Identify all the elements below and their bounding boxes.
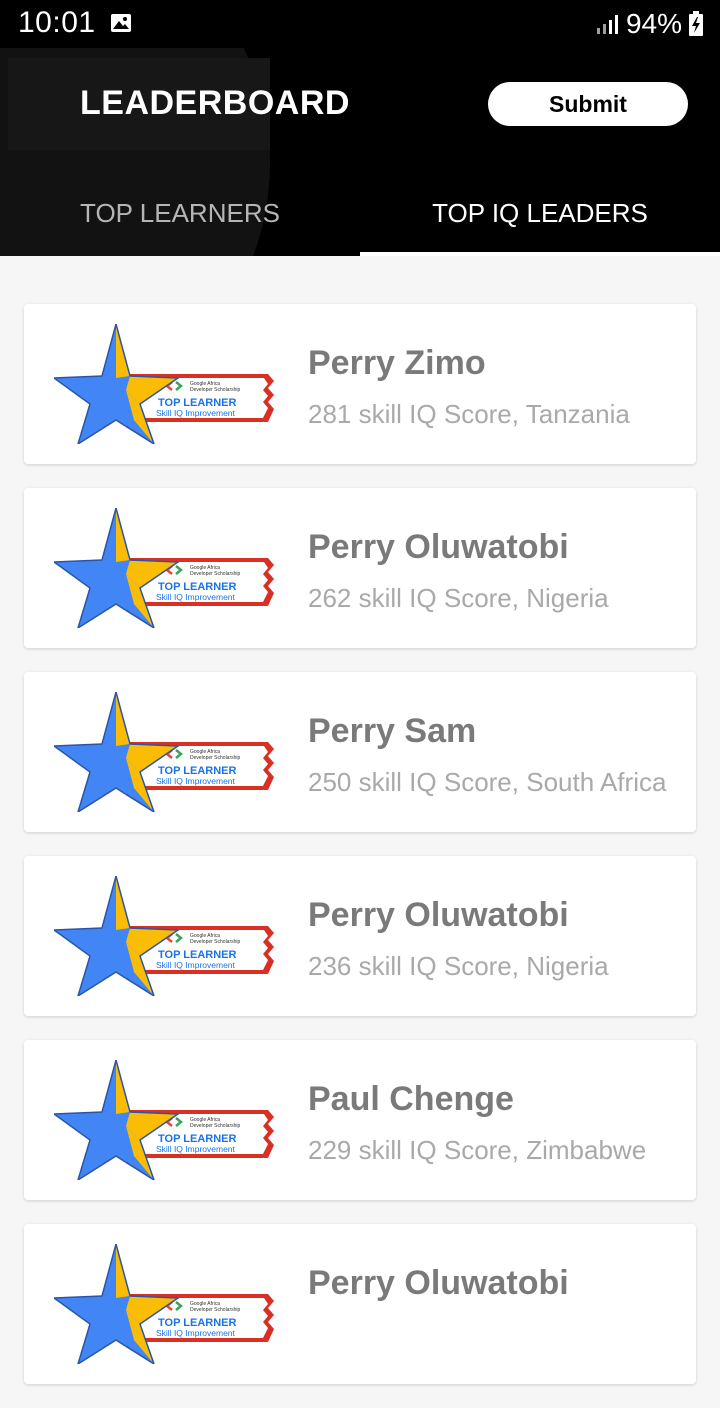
svg-text:Skill IQ Improvement: Skill IQ Improvement — [156, 960, 236, 970]
tab-top-learners[interactable]: TOP LEARNERS — [0, 170, 360, 256]
app-bar: LEADERBOARD Submit TOP LEARNERS TOP IQ L… — [0, 48, 720, 256]
svg-text:Skill IQ Improvement: Skill IQ Improvement — [156, 1144, 236, 1154]
leader-card[interactable]: Google Africa Developer Scholarship TOP … — [24, 856, 696, 1016]
leaders-list[interactable]: Google Africa Developer Scholarship TOP … — [24, 304, 696, 1408]
top-learner-badge-icon: Google Africa Developer Scholarship TOP … — [54, 876, 274, 996]
learner-name: Perry Zimo — [308, 344, 486, 382]
gallery-notification-icon — [111, 14, 131, 32]
top-learner-badge-icon: Google Africa Developer Scholarship TOP … — [54, 1244, 274, 1364]
top-learner-badge-icon: Google Africa Developer Scholarship TOP … — [54, 1060, 274, 1180]
learner-name: Paul Chenge — [308, 1080, 514, 1118]
leader-card[interactable]: Google Africa Developer Scholarship TOP … — [24, 1224, 696, 1384]
learner-score-label: skill IQ Score, — [358, 767, 519, 797]
status-right: 94% — [596, 6, 704, 42]
learner-score: 262 — [308, 583, 352, 613]
svg-text:Developer Scholarship: Developer Scholarship — [190, 755, 241, 761]
learner-detail: 229 skill IQ Score, Zimbabwe — [308, 1135, 646, 1166]
leader-card[interactable]: Google Africa Developer Scholarship TOP … — [24, 304, 696, 464]
svg-text:Developer Scholarship: Developer Scholarship — [190, 1123, 241, 1129]
learner-country: South Africa — [526, 767, 667, 797]
battery-percentage: 94% — [625, 8, 682, 39]
learner-name: Perry Oluwatobi — [308, 896, 569, 934]
status-bar: 10:01 94% — [0, 0, 720, 48]
learner-country: Tanzania — [525, 399, 630, 429]
learner-score: 236 — [308, 951, 352, 981]
svg-text:Skill IQ Improvement: Skill IQ Improvement — [156, 408, 236, 418]
learner-country: Zimbabwe — [526, 1135, 647, 1165]
learner-country: Nigeria — [526, 583, 609, 613]
submit-button[interactable]: Submit — [488, 82, 688, 126]
leader-card[interactable]: Google Africa Developer Scholarship TOP … — [24, 488, 696, 648]
learner-detail: 281 skill IQ Score, Tanzania — [308, 399, 630, 430]
svg-text:Developer Scholarship: Developer Scholarship — [190, 387, 241, 393]
svg-text:Skill IQ Improvement: Skill IQ Improvement — [156, 592, 236, 602]
status-time: 10:01 — [18, 6, 96, 39]
svg-text:Developer Scholarship: Developer Scholarship — [190, 1307, 241, 1313]
learner-country: Nigeria — [526, 951, 609, 981]
battery-charging-icon — [689, 11, 703, 36]
svg-text:Developer Scholarship: Developer Scholarship — [190, 939, 241, 945]
tab-top-iq-leaders-label: TOP IQ LEADERS — [432, 197, 648, 228]
leader-card[interactable]: Google Africa Developer Scholarship TOP … — [24, 672, 696, 832]
tab-top-iq-leaders[interactable]: TOP IQ LEADERS — [360, 170, 720, 256]
learner-score: 281 — [308, 399, 352, 429]
learner-name: Perry Sam — [308, 712, 477, 750]
tab-bar: TOP LEARNERS TOP IQ LEADERS — [0, 170, 720, 256]
learner-score-label: skill IQ Score, — [358, 399, 519, 429]
app-title: LEADERBOARD — [80, 84, 350, 122]
learner-score-label: skill IQ Score, — [358, 951, 519, 981]
learner-name: Perry Oluwatobi — [308, 528, 569, 566]
top-learner-badge-icon: Google Africa Developer Scholarship TOP … — [54, 692, 274, 812]
learner-detail: 262 skill IQ Score, Nigeria — [308, 583, 609, 614]
top-learner-badge-icon: Google Africa Developer Scholarship TOP … — [54, 508, 274, 628]
signal-icon — [596, 15, 618, 34]
leader-card[interactable]: Google Africa Developer Scholarship TOP … — [24, 1040, 696, 1200]
learner-score: 250 — [308, 767, 352, 797]
top-learner-badge-icon: Google Africa Developer Scholarship TOP … — [54, 324, 274, 444]
learner-detail: 250 skill IQ Score, South Africa — [308, 767, 666, 798]
svg-text:Developer Scholarship: Developer Scholarship — [190, 571, 241, 577]
learner-score-label: skill IQ Score, — [358, 1135, 519, 1165]
learner-score: 229 — [308, 1135, 352, 1165]
learner-score-label: skill IQ Score, — [358, 583, 519, 613]
learner-detail: 236 skill IQ Score, Nigeria — [308, 951, 609, 982]
tab-indicator — [360, 252, 720, 256]
svg-text:Skill IQ Improvement: Skill IQ Improvement — [156, 1328, 236, 1338]
learner-name: Perry Oluwatobi — [308, 1264, 569, 1302]
svg-text:Skill IQ Improvement: Skill IQ Improvement — [156, 776, 236, 786]
